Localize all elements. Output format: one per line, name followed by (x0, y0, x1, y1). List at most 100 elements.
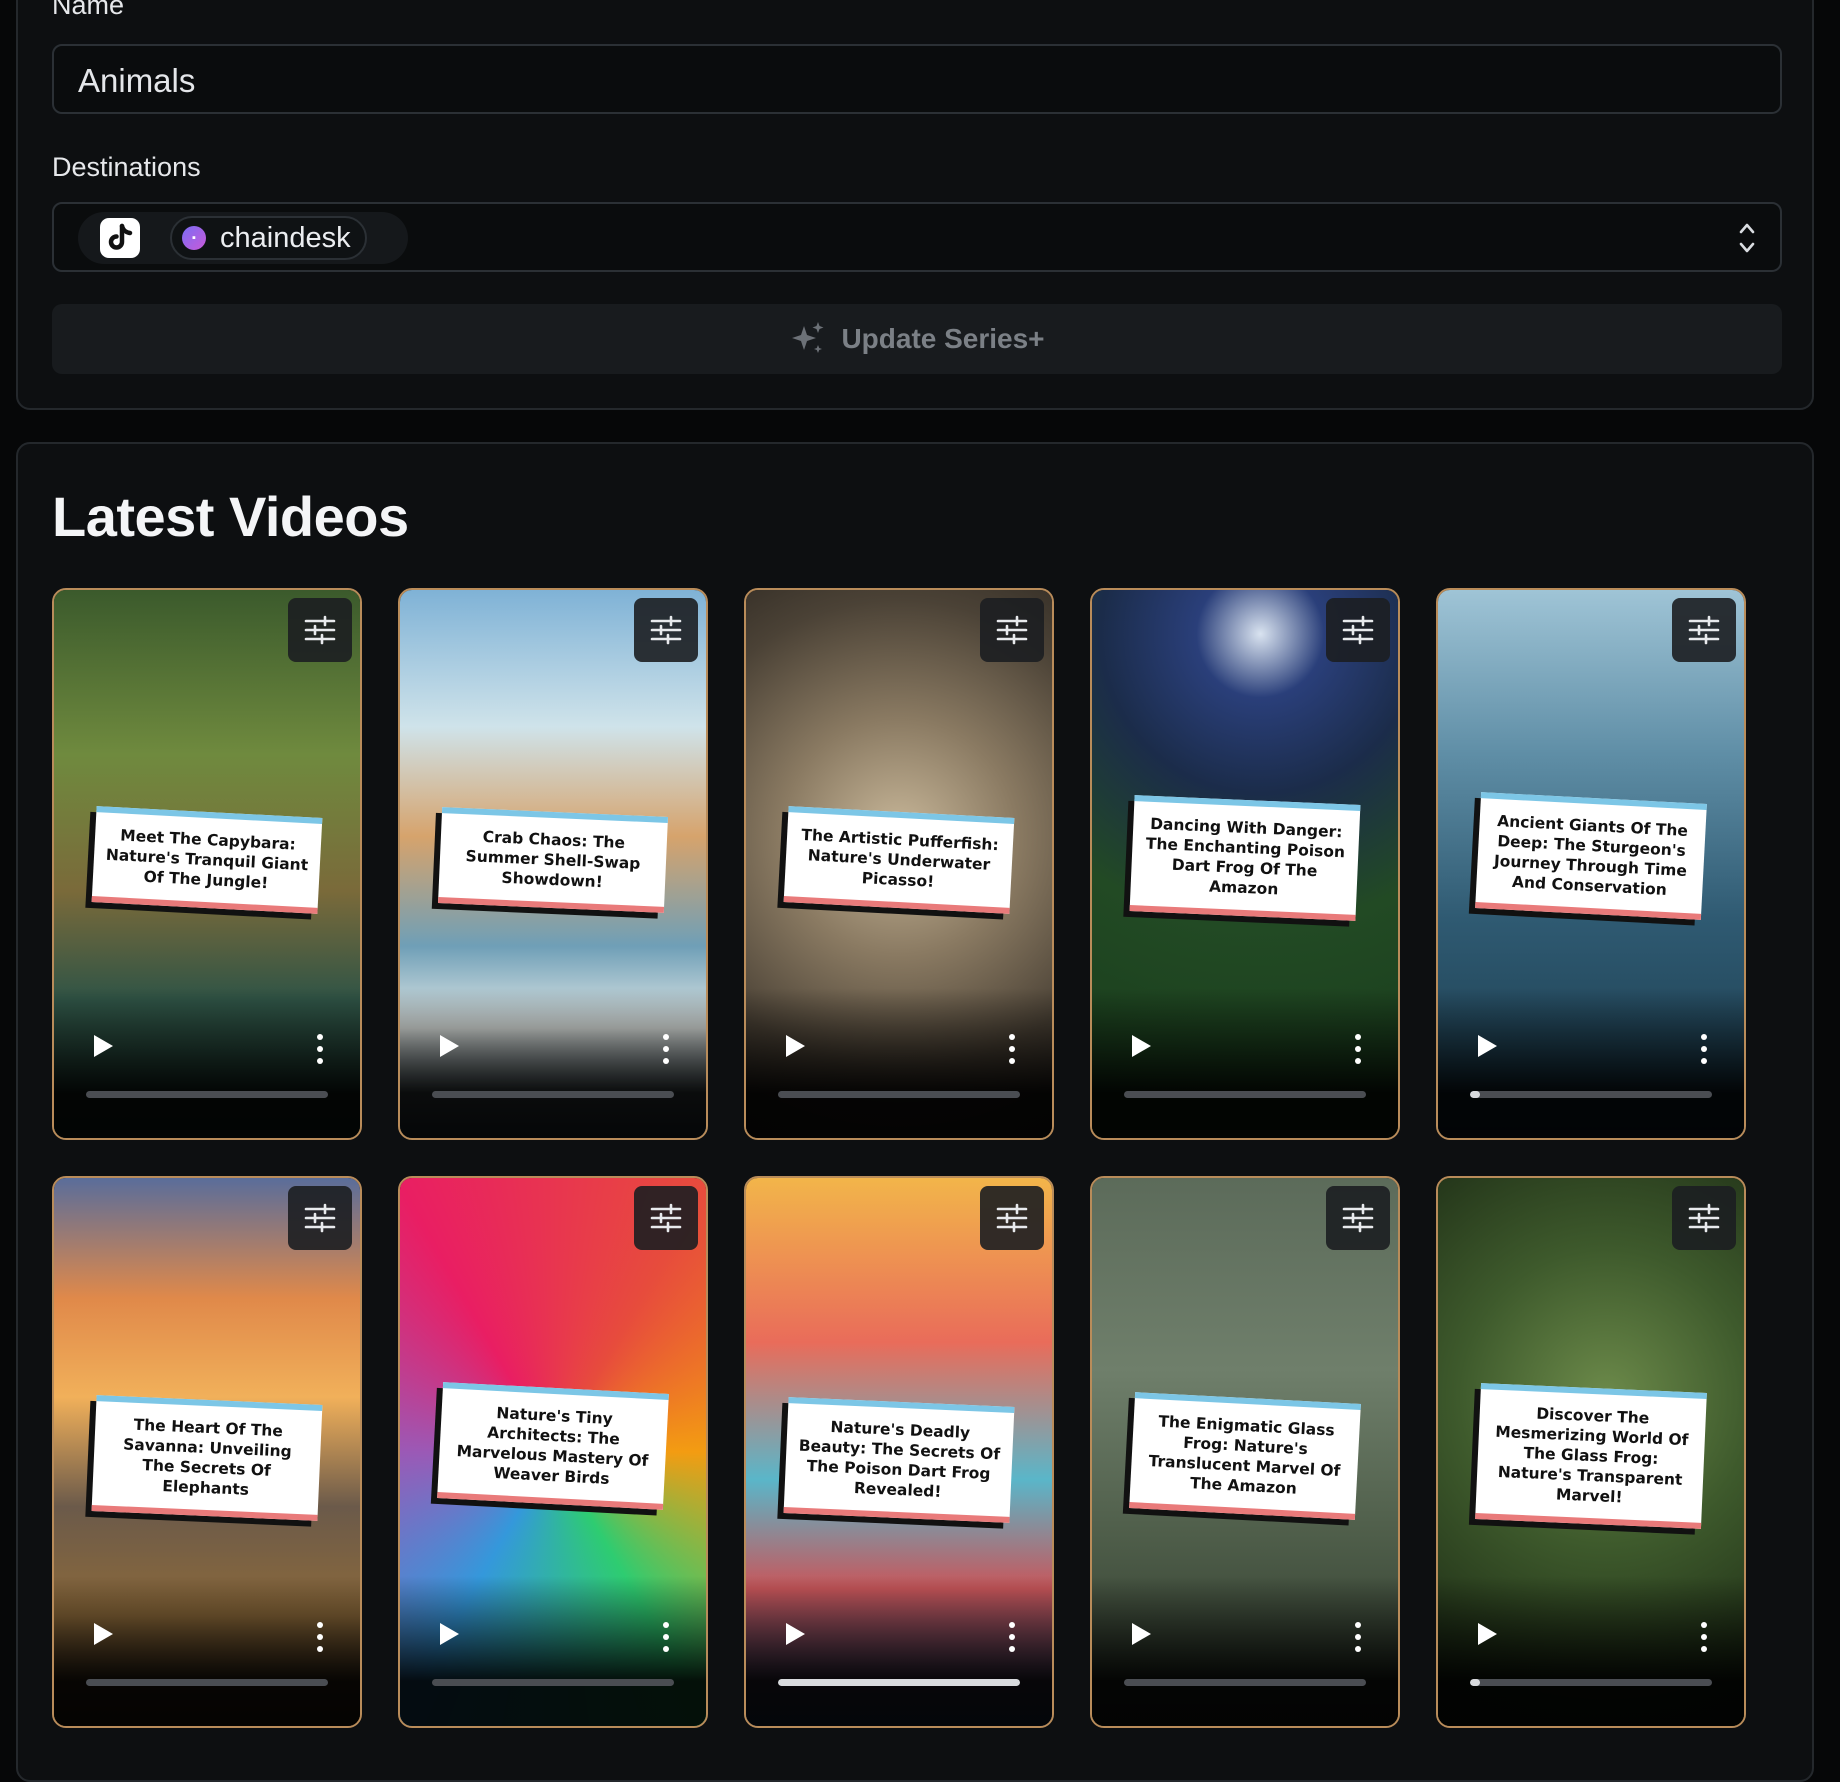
video-caption: Discover The Mesmerizing World Of The Gl… (1475, 1383, 1707, 1529)
controls-gradient (1438, 988, 1744, 1138)
sliders-icon (650, 615, 682, 645)
destinations-label: Destinations (52, 152, 201, 182)
destinations-select[interactable]: ▪ chaindesk (52, 202, 1782, 272)
video-card[interactable]: Ancient Giants Of The Deep: The Sturgeon… (1436, 588, 1746, 1140)
video-progress-fill (1470, 1091, 1480, 1098)
video-progress-bar[interactable] (1124, 1679, 1366, 1686)
destination-chips: ▪ chaindesk (78, 212, 408, 264)
video-settings-button[interactable] (1326, 598, 1390, 662)
latest-videos-panel: Latest Videos Meet The Capybara: Nature'… (16, 442, 1814, 1782)
video-card[interactable]: Dancing With Danger: The Enchanting Pois… (1090, 588, 1400, 1140)
sliders-icon (1342, 615, 1374, 645)
controls-gradient (54, 1576, 360, 1726)
play-icon[interactable] (1130, 1622, 1152, 1646)
chaindesk-logo-icon: ▪ (182, 226, 206, 250)
controls-gradient (1092, 988, 1398, 1138)
controls-gradient (400, 988, 706, 1138)
controls-gradient (1438, 1576, 1744, 1726)
series-settings-panel: Name Animals Destinations ▪ chaindesk Up… (16, 0, 1814, 410)
video-progress-fill (1470, 1679, 1480, 1686)
video-card[interactable]: The Enigmatic Glass Frog: Nature's Trans… (1090, 1176, 1400, 1728)
video-settings-button[interactable] (1326, 1186, 1390, 1250)
tiktok-icon[interactable] (100, 218, 140, 258)
controls-gradient (1092, 1576, 1398, 1726)
controls-gradient (54, 988, 360, 1138)
video-caption: The Enigmatic Glass Frog: Nature's Trans… (1129, 1392, 1361, 1520)
update-series-label: Update Series+ (841, 323, 1045, 354)
video-card[interactable]: Nature's Deadly Beauty: The Secrets Of T… (744, 1176, 1054, 1728)
controls-gradient (400, 1576, 706, 1726)
video-progress-bar[interactable] (86, 1679, 328, 1686)
video-card[interactable]: Crab Chaos: The Summer Shell-Swap Showdo… (398, 588, 708, 1140)
sliders-icon (304, 615, 336, 645)
controls-gradient (746, 988, 1052, 1138)
more-options-icon[interactable] (1008, 1622, 1016, 1652)
video-card[interactable]: The Heart Of The Savanna: Unveiling The … (52, 1176, 362, 1728)
more-options-icon[interactable] (1700, 1622, 1708, 1652)
play-icon[interactable] (1476, 1034, 1498, 1058)
sliders-icon (996, 1203, 1028, 1233)
video-settings-button[interactable] (1672, 1186, 1736, 1250)
video-caption: Dancing With Danger: The Enchanting Pois… (1129, 795, 1361, 921)
play-icon[interactable] (784, 1034, 806, 1058)
sliders-icon (1342, 1203, 1374, 1233)
video-progress-bar[interactable] (1470, 1091, 1712, 1098)
video-card[interactable]: Nature's Tiny Architects: The Marvelous … (398, 1176, 708, 1728)
more-options-icon[interactable] (1354, 1622, 1362, 1652)
video-card[interactable]: The Artistic Pufferfish: Nature's Underw… (744, 588, 1054, 1140)
sliders-icon (650, 1203, 682, 1233)
video-caption: Nature's Deadly Beauty: The Secrets Of T… (783, 1397, 1015, 1523)
sliders-icon (1688, 615, 1720, 645)
more-options-icon[interactable] (662, 1034, 670, 1064)
play-icon[interactable] (1476, 1622, 1498, 1646)
sparkles-icon (792, 322, 824, 353)
more-options-icon[interactable] (662, 1622, 670, 1652)
video-caption: Meet The Capybara: Nature's Tranquil Gia… (91, 806, 323, 914)
video-progress-bar[interactable] (432, 1091, 674, 1098)
video-settings-button[interactable] (1672, 598, 1736, 662)
sliders-icon (1688, 1203, 1720, 1233)
play-icon[interactable] (92, 1034, 114, 1058)
play-icon[interactable] (438, 1034, 460, 1058)
name-input[interactable]: Animals (52, 44, 1782, 114)
video-progress-bar[interactable] (1124, 1091, 1366, 1098)
sliders-icon (304, 1203, 336, 1233)
video-progress-bar[interactable] (432, 1679, 674, 1686)
video-progress-bar[interactable] (86, 1091, 328, 1098)
play-icon[interactable] (438, 1622, 460, 1646)
video-caption: Nature's Tiny Architects: The Marvelous … (437, 1382, 669, 1510)
video-settings-button[interactable] (980, 598, 1044, 662)
chevron-up-down-icon[interactable] (1738, 220, 1756, 256)
video-caption: The Heart Of The Savanna: Unveiling The … (91, 1395, 323, 1521)
video-progress-bar[interactable] (778, 1091, 1020, 1098)
chaindesk-chip[interactable]: ▪ chaindesk (170, 216, 367, 260)
video-settings-button[interactable] (288, 1186, 352, 1250)
video-caption: Crab Chaos: The Summer Shell-Swap Showdo… (438, 807, 668, 913)
video-progress-bar[interactable] (778, 1679, 1020, 1686)
video-card[interactable]: Meet The Capybara: Nature's Tranquil Gia… (52, 588, 362, 1140)
video-settings-button[interactable] (288, 598, 352, 662)
play-icon[interactable] (1130, 1034, 1152, 1058)
play-icon[interactable] (784, 1622, 806, 1646)
controls-gradient (746, 1576, 1052, 1726)
more-options-icon[interactable] (1700, 1034, 1708, 1064)
video-settings-button[interactable] (634, 598, 698, 662)
video-caption: The Artistic Pufferfish: Nature's Underw… (783, 806, 1015, 914)
chaindesk-label: chaindesk (220, 221, 351, 254)
video-caption: Ancient Giants Of The Deep: The Sturgeon… (1475, 792, 1707, 920)
video-progress-fill (778, 1679, 1020, 1686)
more-options-icon[interactable] (1008, 1034, 1016, 1064)
name-input-value: Animals (78, 62, 196, 99)
name-label: Name (52, 0, 125, 20)
more-options-icon[interactable] (316, 1622, 324, 1652)
latest-videos-title: Latest Videos (52, 485, 409, 548)
sliders-icon (996, 615, 1028, 645)
video-settings-button[interactable] (634, 1186, 698, 1250)
play-icon[interactable] (92, 1622, 114, 1646)
video-card[interactable]: Discover The Mesmerizing World Of The Gl… (1436, 1176, 1746, 1728)
update-series-button[interactable]: Update Series+ (52, 304, 1782, 374)
more-options-icon[interactable] (316, 1034, 324, 1064)
video-progress-bar[interactable] (1470, 1679, 1712, 1686)
video-settings-button[interactable] (980, 1186, 1044, 1250)
more-options-icon[interactable] (1354, 1034, 1362, 1064)
